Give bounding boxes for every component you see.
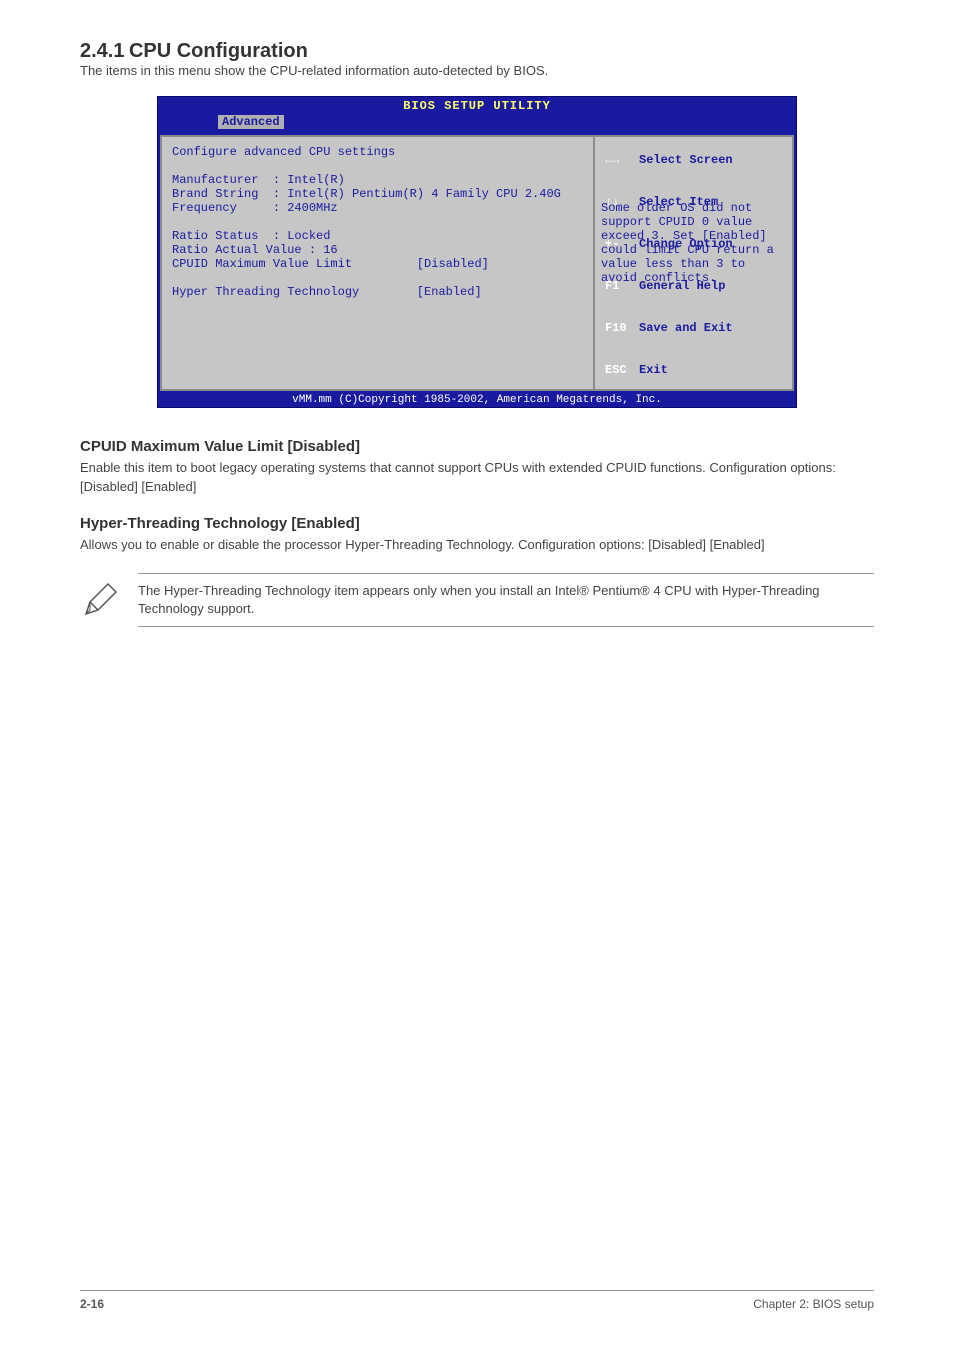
bios-body: Configure advanced CPU settings Manufact… bbox=[158, 133, 796, 393]
bios-left-heading: Configure advanced CPU settings bbox=[172, 145, 395, 159]
nav-label-general-help: General Help bbox=[639, 279, 725, 293]
manual-page: 2.4.1 CPU Configuration The items in thi… bbox=[80, 40, 874, 627]
bios-info-ratio-status: Locked bbox=[287, 229, 330, 243]
chapter-label: Chapter 2: BIOS setup bbox=[753, 1297, 874, 1311]
nav-key-esc: ESC bbox=[605, 363, 639, 377]
nav-label-change-option: Change Option bbox=[639, 237, 733, 251]
bios-tab-advanced: Advanced bbox=[218, 115, 284, 129]
bios-info-manufacturer: Intel(R) bbox=[287, 173, 345, 187]
nav-key-ud: ↑↓ bbox=[605, 195, 639, 209]
bios-info-freq: 2400MHz bbox=[287, 201, 337, 215]
nav-label-select-item: Select Item bbox=[639, 195, 718, 209]
bios-nav-keys: ←→Select Screen ↑↓Select Item +-Change O… bbox=[605, 125, 782, 405]
section-description: The items in this menu show the CPU-rela… bbox=[80, 63, 874, 78]
pencil-icon bbox=[80, 580, 120, 620]
bios-info-ratio-value: 16 bbox=[323, 243, 337, 257]
note-block: The Hyper-Threading Technology item appe… bbox=[80, 573, 874, 627]
nav-label-exit: Exit bbox=[639, 363, 668, 377]
nav-label-save-exit: Save and Exit bbox=[639, 321, 733, 335]
bios-screenshot: BIOS SETUP UTILITY Advanced Configure ad… bbox=[157, 96, 797, 408]
field-ht-desc: Allows you to enable or disable the proc… bbox=[80, 536, 874, 555]
bios-opt-cpuid-value: [Disabled] bbox=[417, 257, 489, 271]
bios-opt-cpuid-label: CPUID Maximum Value Limit bbox=[172, 257, 352, 271]
nav-key-f10: F10 bbox=[605, 321, 639, 335]
nav-label-select-screen: Select Screen bbox=[639, 153, 733, 167]
bios-info-brand: Intel(R) Pentium(R) 4 Family CPU 2.40G bbox=[287, 187, 561, 201]
bios-right-panel: Some older OS did not support CPUID 0 va… bbox=[594, 135, 794, 391]
nav-key-lr: ←→ bbox=[605, 153, 639, 167]
bios-opt-ht-label: Hyper Threading Technology bbox=[172, 285, 359, 299]
field-cpuid-desc: Enable this item to boot legacy operatin… bbox=[80, 459, 874, 497]
page-number: 2-16 bbox=[80, 1297, 104, 1311]
bios-title-bar: BIOS SETUP UTILITY bbox=[158, 97, 796, 115]
field-cpuid-title: CPUID Maximum Value Limit [Disabled] bbox=[80, 438, 874, 455]
field-ht-title: Hyper-Threading Technology [Enabled] bbox=[80, 515, 874, 532]
section-header: 2.4.1 CPU Configuration bbox=[80, 40, 874, 63]
bios-left-panel: Configure advanced CPU settings Manufact… bbox=[160, 135, 594, 391]
page-footer: 2-16 Chapter 2: BIOS setup bbox=[80, 1290, 874, 1311]
section-number: 2.4.1 bbox=[80, 40, 124, 62]
section-title: CPU Configuration bbox=[129, 40, 308, 62]
nav-key-f1: F1 bbox=[605, 279, 639, 293]
nav-key-pm: +- bbox=[605, 237, 639, 251]
bios-opt-ht-value: [Enabled] bbox=[417, 285, 482, 299]
note-text: The Hyper-Threading Technology item appe… bbox=[138, 573, 874, 627]
